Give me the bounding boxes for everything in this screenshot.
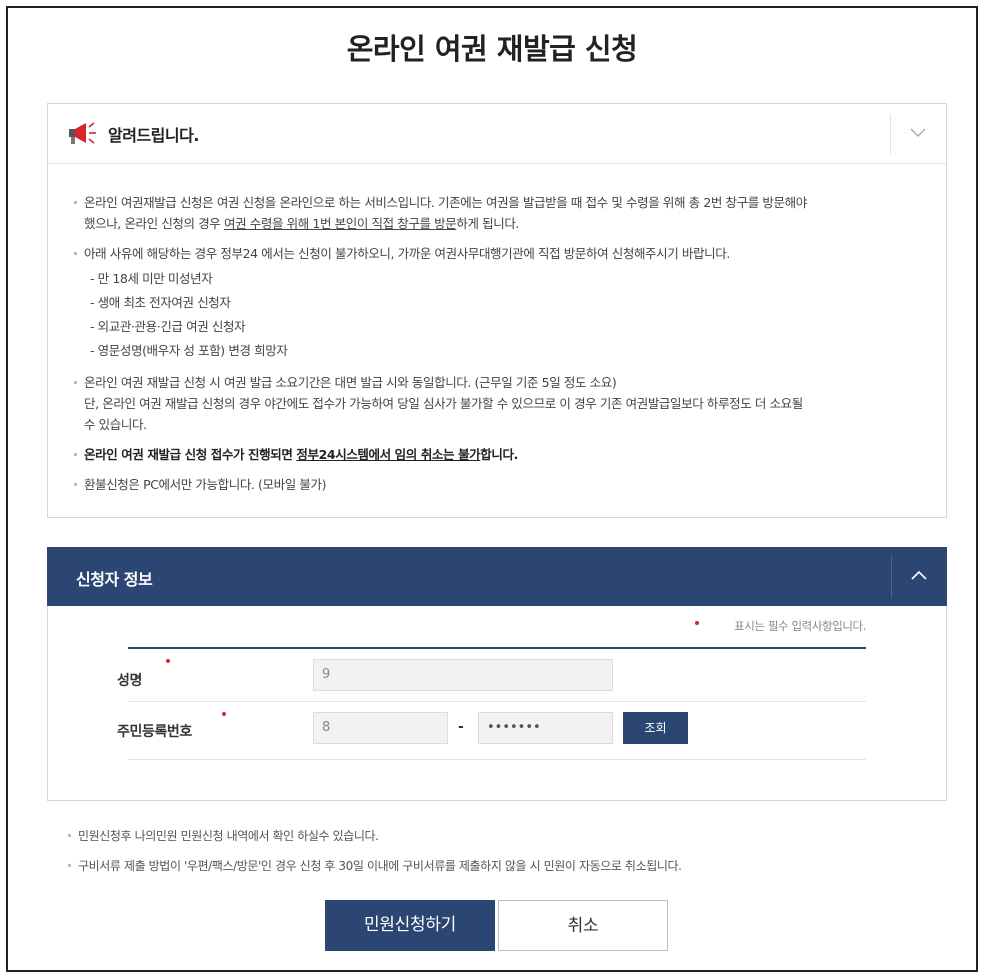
notice-item: 온라인 여권재발급 신청은 여권 신청을 온라인으로 하는 서비스입니다. 기존…	[70, 192, 924, 234]
megaphone-icon	[69, 122, 96, 144]
applicant-section-header[interactable]: 신청자 정보	[47, 547, 947, 606]
rrn-dash: -	[458, 719, 464, 735]
notice-sub-item: - 외교관·관용·긴급 여권 신청자	[90, 319, 246, 334]
name-field[interactable]: 9	[313, 659, 613, 691]
notice-toggle-button[interactable]	[890, 114, 946, 154]
footnote: 구비서류 제출 방법이 '우편/팩스/방문'인 경우 신청 후 30일 이내에 …	[66, 857, 682, 874]
notice-header[interactable]: 알려드립니다.	[48, 104, 946, 164]
footnote: 민원신청후 나의민원 민원신청 내역에서 확인 하실수 있습니다.	[66, 827, 379, 844]
notice-title: 알려드립니다.	[108, 126, 199, 145]
required-dot-icon	[222, 712, 226, 716]
row-divider	[128, 759, 866, 760]
chevron-up-icon	[911, 570, 927, 580]
cancel-button[interactable]: 취소	[498, 900, 668, 951]
notice-body: 온라인 여권재발급 신청은 여권 신청을 온라인으로 하는 서비스입니다. 기존…	[48, 164, 946, 495]
submit-application-button[interactable]: 민원신청하기	[325, 900, 495, 951]
page-frame: 온라인 여권 재발급 신청 알려드립니다. 온라인 여권재발급 신청은 여권 신…	[6, 6, 978, 972]
chevron-down-icon	[910, 128, 926, 137]
required-dot-icon	[695, 621, 699, 625]
notice-item: 온라인 여권 재발급 신청 시 여권 발급 소요기간은 대면 발급 시와 동일합…	[70, 372, 924, 435]
notice-sub-item: - 생애 최초 전자여권 신청자	[90, 295, 231, 310]
notice-item: 아래 사유에 해당하는 경우 정부24 에서는 신청이 불가하오니, 가까운 여…	[70, 243, 924, 363]
required-note: 표시는 필수 입력사항입니다.	[734, 619, 866, 633]
applicant-section-title: 신청자 정보	[76, 570, 153, 589]
rrn-back-field[interactable]: •••••••	[478, 712, 613, 744]
form-top-divider	[128, 647, 866, 649]
name-label: 성명	[117, 673, 142, 689]
required-dot-icon	[166, 659, 170, 663]
row-divider	[128, 701, 866, 702]
notice-sub-item: - 영문성명(배우자 성 포함) 변경 희망자	[90, 343, 288, 358]
rrn-label: 주민등록번호	[117, 724, 192, 740]
rrn-front-field[interactable]: 8	[313, 712, 448, 744]
page-title: 온라인 여권 재발급 신청	[346, 32, 638, 66]
notice-sub-item: - 만 18세 미만 미성년자	[90, 271, 213, 286]
notice-item: 환불신청은 PC에서만 가능합니다. (모바일 불가)	[70, 474, 924, 495]
applicant-toggle-button[interactable]	[891, 555, 947, 598]
notice-panel: 알려드립니다. 온라인 여권재발급 신청은 여권 신청을 온라인으로 하는 서비…	[47, 103, 947, 518]
notice-sub-list: - 만 18세 미만 미성년자 - 생애 최초 전자여권 신청자 - 외교관·관…	[84, 267, 924, 363]
applicant-form: 표시는 필수 입력사항입니다. 성명 9 주민등록번호 8 - ••••••• …	[47, 606, 947, 801]
notice-item-warning: 온라인 여권 재발급 신청 접수가 진행되면 정부24시스템에서 임의 취소는 …	[70, 444, 924, 465]
lookup-button[interactable]: 조회	[623, 712, 688, 744]
